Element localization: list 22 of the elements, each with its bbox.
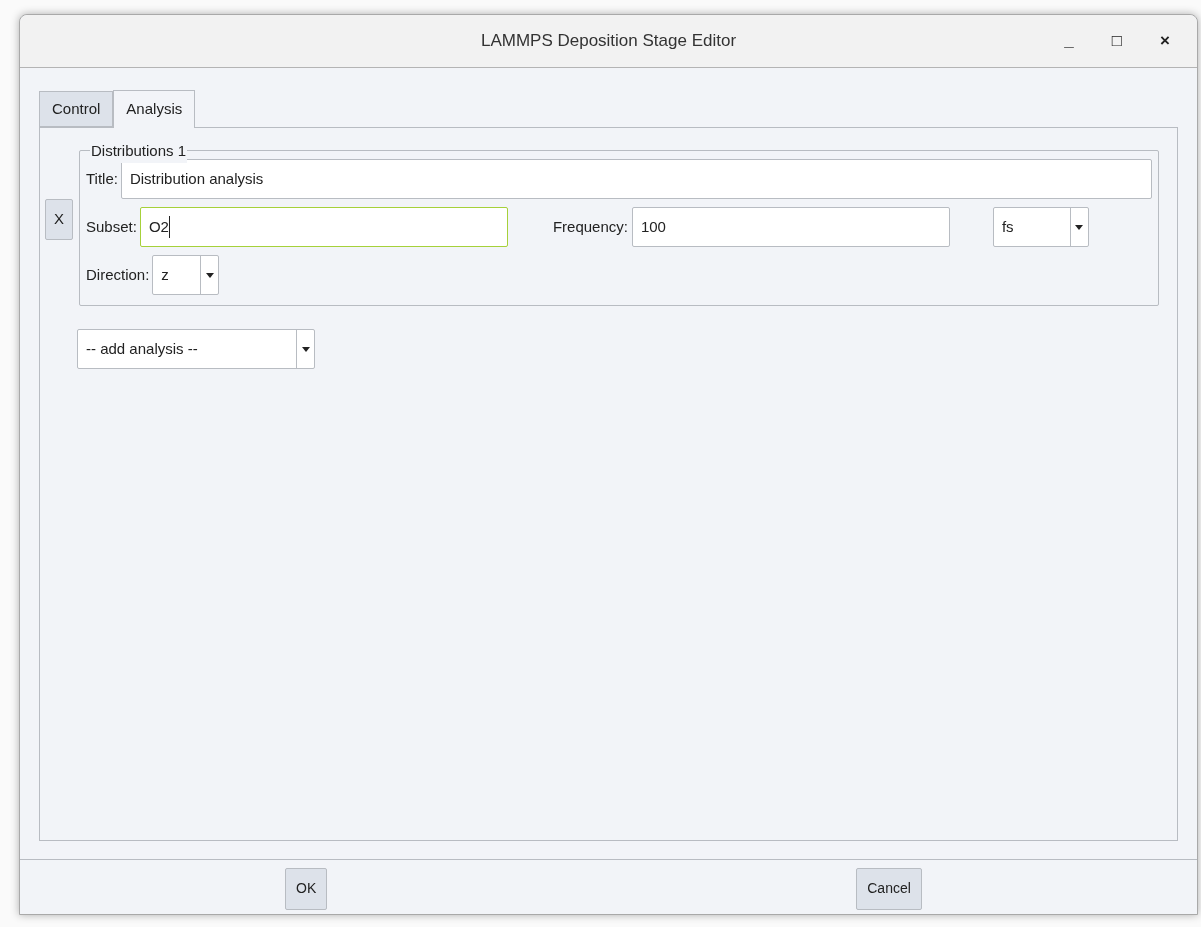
caret-icon [1075,224,1084,230]
tab[interactable]: Analysis [113,90,196,128]
caret-icon [301,346,310,352]
close-button[interactable]: × [1153,28,1177,54]
subset-field[interactable]: O2 [139,207,508,247]
field-label: Direction: [86,264,150,285]
remove-button[interactable]: X [45,199,73,240]
ok-button[interactable]: OK [285,867,328,910]
cancel-button[interactable]: Cancel [856,867,922,910]
unit-dropdown[interactable]: fs [992,207,1089,247]
field-label: Frequency: [552,216,628,237]
field-label: Title: [86,168,118,189]
maximize-button[interactable]: □ [1105,28,1129,54]
window-title: LAMMPS Deposition Stage Editor [480,30,737,53]
caret-icon [205,272,214,278]
frequency-field[interactable]: 100 [631,207,950,247]
minimize-button[interactable]: _ [1057,28,1081,54]
add-analysis-dropdown[interactable]: -- add analysis -- [77,329,315,369]
tab[interactable]: Control [39,91,114,127]
direction-dropdown[interactable]: z [152,255,220,295]
title-field[interactable]: Distribution analysis [120,159,1152,199]
field-label: Subset: [86,216,137,237]
